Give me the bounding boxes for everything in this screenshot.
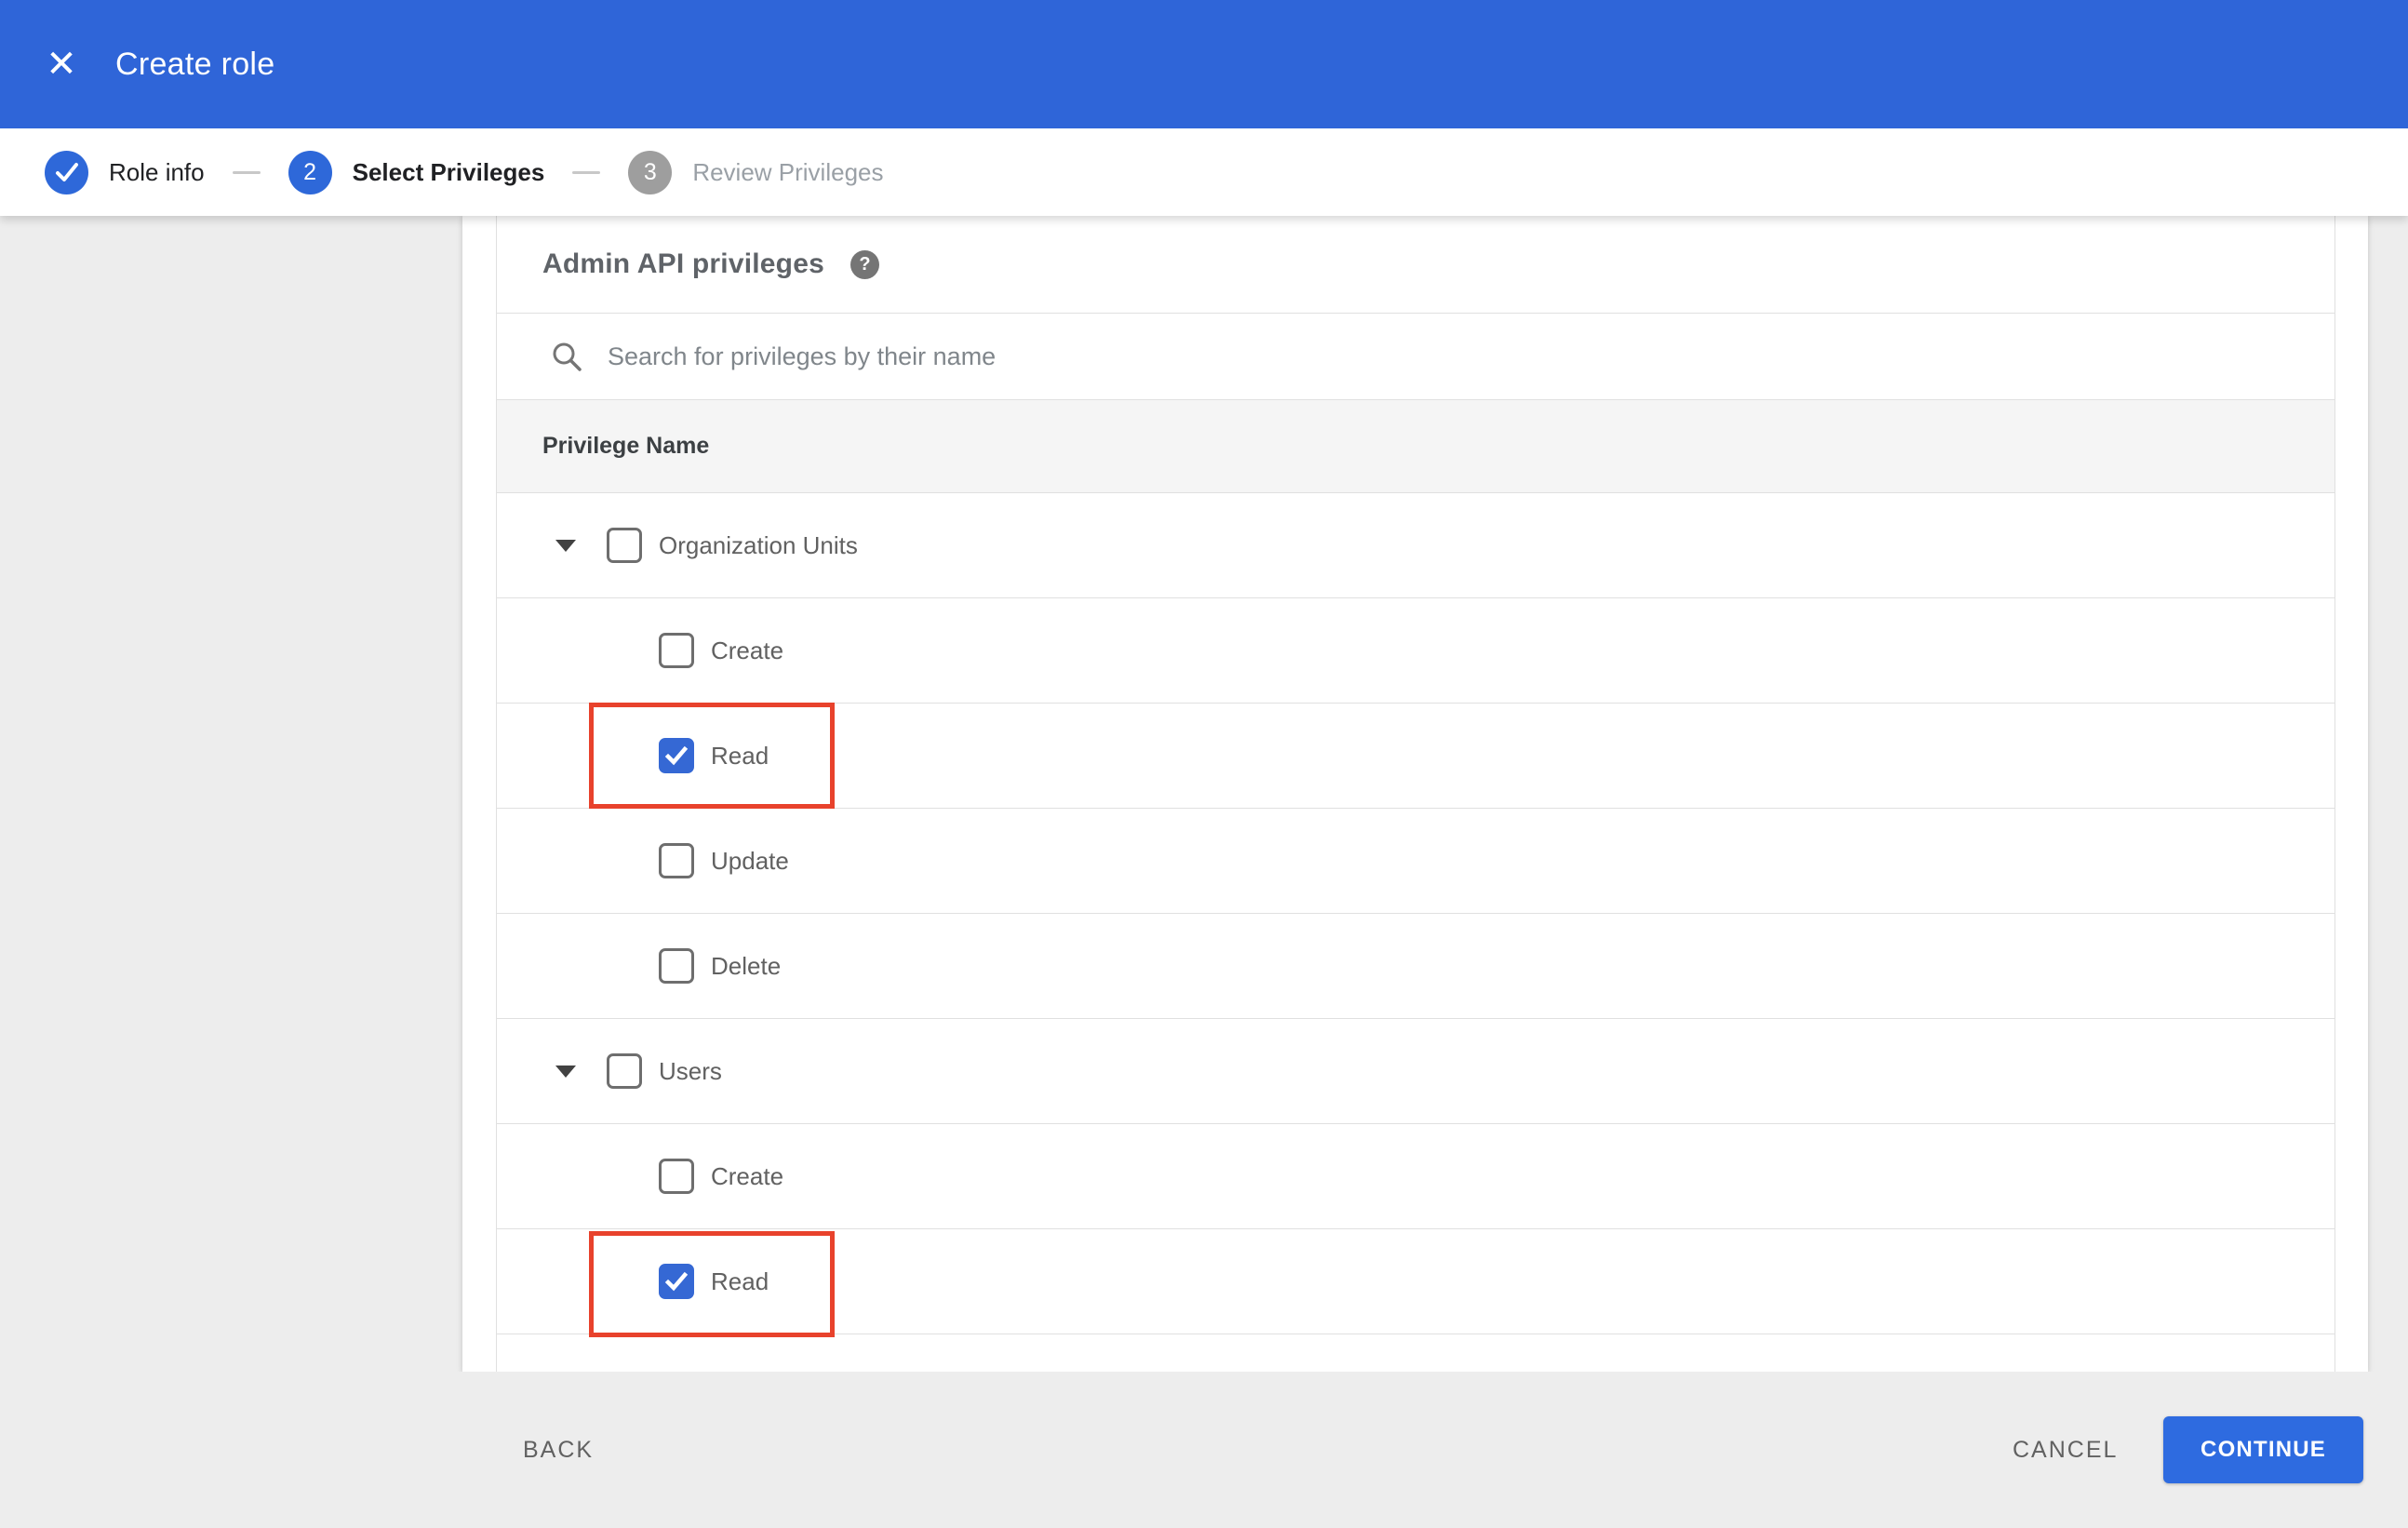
privilege-label: Delete (711, 951, 782, 980)
privileges-card: Admin API privileges ? Privilege Name (496, 216, 2335, 1372)
continue-button[interactable]: CONTINUE (2163, 1416, 2363, 1483)
footer-bar: BACK CANCEL CONTINUE (0, 1372, 2408, 1528)
search-input[interactable] (608, 342, 2334, 371)
main-area: Admin API privileges ? Privilege Name (0, 216, 2408, 1372)
privilege-row-users-read: Read (497, 1229, 2334, 1334)
privilege-row-users: Users (497, 1019, 2334, 1124)
privilege-row-update: Update (497, 809, 2334, 914)
checkbox-organization-units[interactable] (607, 528, 642, 563)
stepper: Role info 2 Select Privileges 3 Review P… (0, 128, 2408, 216)
checkbox-users-read[interactable] (659, 1264, 694, 1299)
checkbox-users-create[interactable] (659, 1159, 694, 1194)
privilege-rows: Organization Units Create Read Update De… (497, 493, 2334, 1337)
page-title: Create role (115, 46, 275, 82)
privilege-name-column-header: Privilege Name (542, 433, 710, 459)
step-label: Role info (109, 157, 205, 186)
checkbox-delete[interactable] (659, 948, 694, 984)
privilege-label: Read (711, 741, 769, 770)
section-title: Admin API privileges (542, 248, 824, 279)
privilege-row-users-create: Create (497, 1124, 2334, 1229)
checkbox-read[interactable] (659, 738, 694, 773)
step-review-privileges[interactable]: 3 Review Privileges (628, 150, 884, 194)
step-label: Select Privileges (352, 157, 545, 186)
step-separator (572, 170, 601, 174)
back-button[interactable]: BACK (523, 1372, 594, 1528)
step-number: 3 (628, 150, 673, 194)
collapse-arrow-icon[interactable] (555, 539, 576, 552)
privilege-label: Users (659, 1056, 722, 1085)
step-number: 2 (288, 150, 332, 194)
step-separator (232, 170, 261, 174)
help-icon[interactable]: ? (849, 249, 879, 279)
create-role-dialog: ✕ Create role Role info 2 Select Privile… (0, 0, 2408, 1528)
search-icon (553, 342, 582, 371)
privilege-row-create: Create (497, 598, 2334, 704)
privilege-label: Create (711, 1161, 784, 1190)
step-select-privileges[interactable]: 2 Select Privileges (288, 150, 545, 194)
step-role-info[interactable]: Role info (45, 150, 205, 194)
privilege-row-organization-units: Organization Units (497, 493, 2334, 598)
table-header: Privilege Name (497, 400, 2334, 493)
section-header: Admin API privileges ? (497, 216, 2334, 314)
privilege-row-read: Read (497, 704, 2334, 809)
privilege-search-row (497, 314, 2334, 400)
content-panel: Admin API privileges ? Privilege Name (462, 216, 2368, 1372)
appbar: ✕ Create role (0, 0, 2408, 128)
step-label: Review Privileges (692, 157, 884, 186)
step-complete-check-icon (45, 150, 88, 194)
privilege-label: Create (711, 636, 784, 664)
checkbox-update[interactable] (659, 843, 694, 878)
close-icon[interactable]: ✕ (28, 31, 95, 98)
privilege-label: Update (711, 846, 789, 875)
privilege-row-delete: Delete (497, 914, 2334, 1019)
checkbox-users[interactable] (607, 1053, 642, 1089)
privilege-label: Organization Units (659, 530, 858, 559)
privilege-label: Read (711, 1267, 769, 1295)
cancel-button[interactable]: CANCEL (2013, 1372, 2118, 1528)
checkbox-create[interactable] (659, 633, 694, 668)
collapse-arrow-icon[interactable] (555, 1065, 576, 1078)
